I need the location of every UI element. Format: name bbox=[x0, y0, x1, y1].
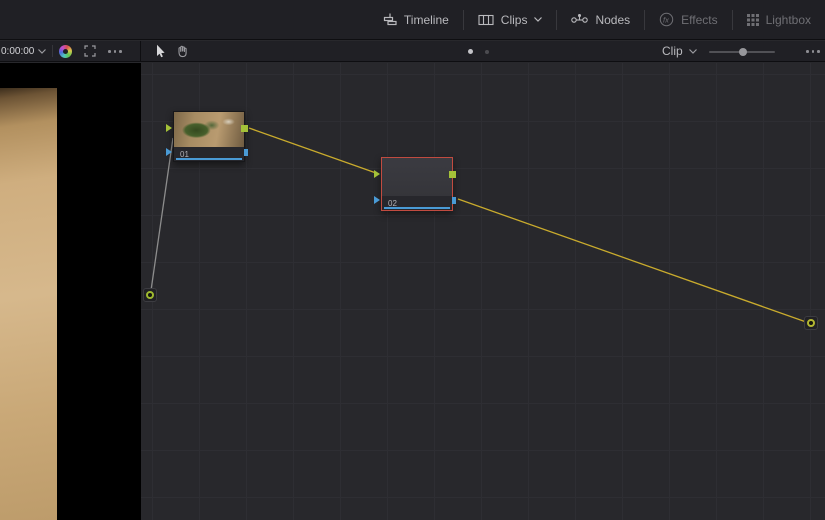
source-node-dot bbox=[146, 291, 154, 299]
graph-page-dot-inactive[interactable] bbox=[485, 50, 489, 54]
grade-mode-dropdown[interactable]: Clip bbox=[662, 41, 697, 61]
chevron-down-icon bbox=[534, 17, 542, 22]
rgb-output-port[interactable] bbox=[241, 125, 248, 132]
wire-node01-to-node02[interactable] bbox=[249, 128, 376, 173]
divider bbox=[52, 45, 53, 57]
lightbox-icon bbox=[747, 14, 759, 26]
viewer-video-frame bbox=[0, 88, 57, 520]
color-wheel-hole bbox=[63, 49, 68, 54]
lightbox-label: Lightbox bbox=[766, 13, 811, 27]
slider-handle[interactable] bbox=[739, 48, 747, 56]
ellipsis-dots bbox=[108, 50, 122, 53]
viewer-toolbar: 0:00:00 bbox=[0, 41, 141, 61]
graph-page-indicator bbox=[468, 49, 489, 54]
node-label-bar: 01 bbox=[174, 147, 244, 161]
timeline-button[interactable]: Timeline bbox=[369, 0, 463, 39]
chevron-down-icon bbox=[38, 49, 46, 54]
rgb-input-port[interactable] bbox=[374, 170, 380, 178]
node-label-bar: 02 bbox=[382, 196, 452, 210]
rgb-output-port[interactable] bbox=[449, 171, 456, 178]
fx-icon: fx bbox=[659, 12, 674, 27]
corrector-node-02[interactable]: 02 bbox=[381, 157, 453, 211]
node-thumbnail bbox=[174, 112, 244, 147]
rgb-input-port[interactable] bbox=[166, 124, 172, 132]
corrector-node-01[interactable]: 01 bbox=[173, 111, 245, 162]
graph-zoom-slider[interactable] bbox=[709, 41, 775, 61]
key-input-port[interactable] bbox=[374, 196, 380, 204]
svg-text:fx: fx bbox=[663, 15, 669, 24]
timeline-label: Timeline bbox=[404, 13, 449, 27]
timecode-value: 0:00:00 bbox=[1, 46, 34, 57]
node-active-underline bbox=[384, 207, 450, 209]
node-graph-canvas[interactable]: 01 02 bbox=[141, 63, 825, 520]
node-active-underline bbox=[176, 158, 242, 160]
node-graph-toolbar: Clip bbox=[142, 41, 825, 61]
clips-button[interactable]: Clips bbox=[464, 0, 557, 39]
grade-mode-label: Clip bbox=[662, 44, 683, 58]
chevron-down-icon bbox=[689, 49, 697, 54]
nodes-button[interactable]: Nodes bbox=[557, 0, 644, 39]
output-node-dot bbox=[807, 319, 815, 327]
graph-page-dot-active[interactable] bbox=[468, 49, 473, 54]
color-wheel-icon[interactable] bbox=[59, 45, 72, 58]
nodes-icon bbox=[571, 14, 588, 26]
pan-hand-tool-icon[interactable] bbox=[175, 44, 189, 58]
wire-node02-to-output[interactable] bbox=[458, 199, 809, 323]
wire-source-to-node01[interactable] bbox=[151, 138, 174, 294]
timecode-display[interactable]: 0:00:00 bbox=[0, 41, 46, 61]
effects-label: Effects bbox=[681, 13, 717, 27]
ellipsis-dots bbox=[806, 50, 820, 53]
davinci-color-page: Timeline Clips bbox=[0, 0, 825, 520]
source-input-node[interactable] bbox=[143, 288, 157, 302]
top-bar: Timeline Clips bbox=[0, 0, 825, 40]
key-input-port[interactable] bbox=[166, 148, 172, 156]
viewer-panel bbox=[0, 63, 141, 520]
pointer-tool-icon[interactable] bbox=[154, 44, 166, 58]
nodes-label: Nodes bbox=[595, 13, 630, 27]
timeline-icon bbox=[383, 13, 397, 26]
graph-more-options-icon[interactable] bbox=[806, 50, 820, 53]
expand-viewer-icon[interactable] bbox=[84, 45, 96, 57]
clips-icon bbox=[478, 14, 494, 26]
viewer-more-options-icon[interactable] bbox=[108, 50, 122, 53]
clips-label: Clips bbox=[501, 13, 528, 27]
lightbox-button[interactable]: Lightbox bbox=[733, 0, 825, 39]
secondary-toolbar: 0:00:00 bbox=[0, 41, 825, 62]
effects-button[interactable]: fx Effects bbox=[645, 0, 731, 39]
node-thumbnail bbox=[382, 158, 452, 196]
output-node[interactable] bbox=[804, 316, 818, 330]
